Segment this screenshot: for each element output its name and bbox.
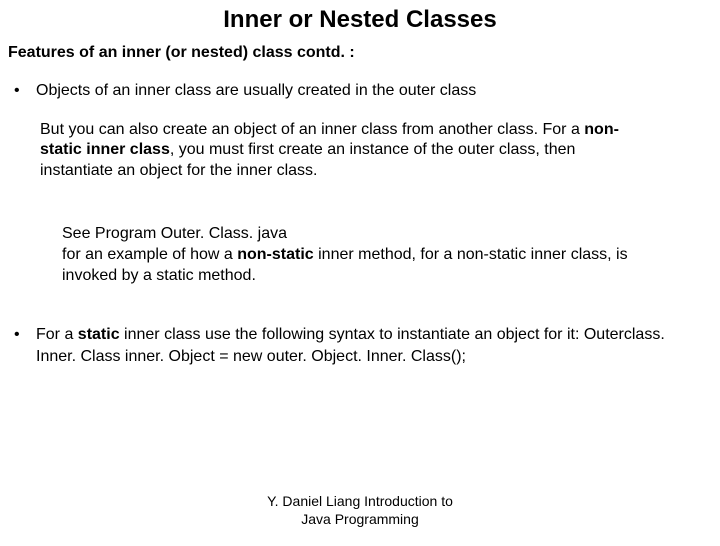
text-run: For a bbox=[36, 326, 78, 343]
slide-title: Inner or Nested Classes bbox=[0, 6, 720, 34]
text-run: See Program Outer. Class. java bbox=[62, 225, 287, 242]
slide-subtitle: Features of an inner (or nested) class c… bbox=[8, 44, 720, 62]
paragraph: But you can also create an object of an … bbox=[40, 120, 650, 182]
text-run: inner class use the following syntax to … bbox=[36, 326, 665, 365]
text-run: But you can also create an object of an … bbox=[40, 121, 584, 138]
bullet-mark: • bbox=[14, 324, 36, 367]
text-bold: static bbox=[78, 326, 120, 343]
bullet-item: • For a static inner class use the follo… bbox=[14, 324, 720, 367]
paragraph: See Program Outer. Class. java for an ex… bbox=[62, 224, 680, 286]
bullet-text: Objects of an inner class are usually cr… bbox=[36, 80, 720, 102]
slide-footer: Y. Daniel Liang Introduction to Java Pro… bbox=[0, 493, 720, 528]
bullet-mark: • bbox=[14, 80, 36, 102]
footer-line: Y. Daniel Liang Introduction to bbox=[0, 493, 720, 511]
footer-line: Java Programming bbox=[0, 511, 720, 529]
bullet-text: For a static inner class use the followi… bbox=[36, 324, 720, 367]
bullet-item: • Objects of an inner class are usually … bbox=[14, 80, 720, 102]
text-run: for an example of how a bbox=[62, 246, 237, 263]
text-bold: non-static bbox=[237, 246, 313, 263]
